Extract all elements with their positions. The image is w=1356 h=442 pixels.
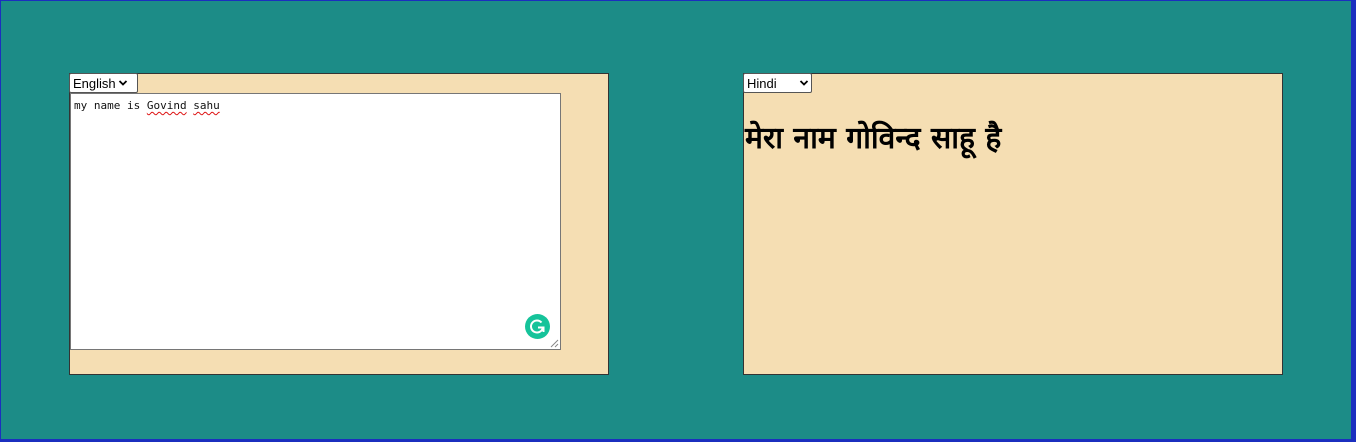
chevron-down-icon bbox=[118, 80, 127, 86]
source-text-part: my name is bbox=[74, 99, 147, 112]
grammarly-icon[interactable] bbox=[525, 314, 550, 339]
translated-text: मेरा नाम गोविन्द साहू है bbox=[745, 121, 1002, 156]
source-language-value: English bbox=[73, 75, 116, 91]
chevron-down-icon bbox=[799, 80, 809, 86]
misspelled-word[interactable]: Govind bbox=[147, 99, 187, 112]
app-background: English my name is Govind sahu Hindi मेर… bbox=[0, 0, 1356, 442]
source-language-select[interactable]: English bbox=[69, 73, 138, 93]
source-panel: English my name is Govind sahu bbox=[69, 73, 609, 375]
source-text-input[interactable]: my name is Govind sahu bbox=[70, 93, 561, 350]
target-language-value: Hindi bbox=[747, 75, 777, 91]
target-panel: Hindi मेरा नाम गोविन्द साहू है bbox=[743, 73, 1283, 375]
target-language-select[interactable]: Hindi bbox=[743, 73, 812, 93]
resize-handle-icon[interactable] bbox=[550, 339, 559, 348]
misspelled-word[interactable]: sahu bbox=[193, 99, 220, 112]
